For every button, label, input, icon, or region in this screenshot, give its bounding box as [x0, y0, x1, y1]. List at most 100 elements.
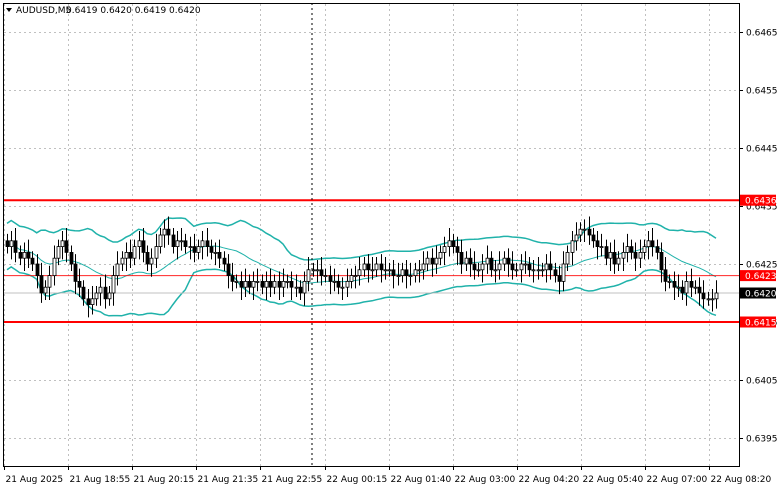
candle-body [514, 269, 519, 272]
candle-body [672, 280, 677, 288]
candle-body [251, 280, 256, 288]
candle-body [239, 280, 244, 288]
candle-body [26, 251, 31, 259]
x-tick-label: 22 Aug 00:15 [327, 475, 388, 485]
candle-body [523, 263, 528, 266]
candle-body [383, 269, 388, 272]
x-tick-label: 21 Aug 20:15 [134, 475, 195, 485]
candle-body [13, 240, 18, 253]
x-tick-label: 21 Aug 22:55 [262, 475, 323, 485]
candle-body [39, 275, 44, 294]
chart-symbol-label: AUDUSD,M5 [16, 6, 71, 16]
candle-body [81, 286, 86, 300]
candle-body [111, 275, 116, 294]
candle-body [706, 298, 711, 301]
candle-body [502, 257, 507, 265]
candle-body [519, 263, 524, 271]
candle-body [302, 280, 307, 294]
candle-body [591, 234, 596, 242]
candle-body [349, 275, 354, 282]
y-tick-label: 0.6395 [746, 435, 778, 445]
candle-body [353, 275, 358, 278]
candle-body [574, 234, 579, 242]
candle-body [608, 251, 613, 259]
candle-body [345, 280, 350, 288]
candle-body [362, 263, 367, 271]
candle-body [489, 257, 494, 271]
candle-body [90, 298, 95, 305]
candle-body [98, 286, 103, 294]
candle-body [425, 257, 430, 265]
candle-body [209, 246, 214, 253]
candle-body [697, 286, 702, 294]
candle-body [285, 280, 290, 283]
candle-body [472, 263, 477, 271]
candle-body [684, 280, 689, 294]
candle-body [175, 240, 180, 248]
candle-body [442, 246, 447, 253]
candle-body [18, 251, 23, 259]
candle-body [565, 251, 570, 265]
candle-body [612, 251, 617, 265]
candle-body [272, 280, 277, 288]
candle-body [115, 263, 120, 276]
candle-body [459, 251, 464, 265]
candle-body [200, 240, 205, 248]
candle-body [455, 246, 460, 253]
candle-body [447, 240, 452, 248]
candle-body [536, 269, 541, 272]
candle-body [332, 280, 337, 283]
candle-body [531, 269, 536, 272]
candle-body [43, 286, 48, 294]
candle-body [655, 246, 660, 253]
candle-body [646, 240, 651, 248]
candle-body [5, 240, 10, 248]
candle-body [30, 257, 35, 265]
candle-body [260, 280, 265, 288]
y-tick-label: 0.6455 [746, 87, 778, 97]
candle-body [464, 257, 469, 265]
x-tick-label: 22 Aug 01:40 [391, 475, 452, 485]
candle-body [154, 246, 159, 259]
candle-body [158, 234, 163, 247]
candle-body [298, 286, 303, 294]
candle-body [561, 263, 566, 282]
candle-body [179, 240, 184, 243]
candle-body [306, 269, 311, 282]
candle-body [264, 280, 269, 288]
current-price-label: 0.6420 [745, 290, 777, 300]
candle-body [357, 269, 362, 276]
price-chart[interactable]: 0.64650.64550.64450.64350.64250.64150.64… [0, 0, 781, 489]
candle-body [497, 263, 502, 271]
candle-body [468, 257, 473, 265]
chart-background [0, 0, 781, 489]
candle-body [544, 263, 549, 271]
candle-body [192, 246, 197, 253]
candle-body [587, 228, 592, 236]
candle-body [387, 269, 392, 272]
candle-body [548, 263, 553, 271]
y-tick-label: 0.6405 [746, 377, 778, 387]
price-tag-label: 0.6415 [745, 319, 777, 329]
x-tick-label: 21 Aug 2025 [6, 475, 64, 485]
price-tag-label: 0.6436 [745, 197, 777, 207]
candle-body [480, 263, 485, 271]
candle-body [413, 269, 418, 276]
candle-body [188, 246, 193, 249]
candle-body [638, 251, 643, 259]
candle-body [578, 228, 583, 236]
candle-body [137, 240, 142, 248]
candle-body [396, 275, 401, 278]
candle-body [540, 269, 545, 272]
candle-body [616, 257, 621, 265]
x-tick-label: 22 Aug 05:40 [583, 475, 644, 485]
candle-body [35, 263, 40, 276]
candle-body [340, 286, 345, 289]
candle-body [451, 240, 456, 248]
candle-body [268, 280, 273, 288]
x-tick-label: 22 Aug 07:00 [647, 475, 708, 485]
candle-body [77, 280, 82, 288]
candle-body [404, 269, 409, 276]
candle-body [319, 269, 324, 276]
candle-body [599, 246, 604, 249]
